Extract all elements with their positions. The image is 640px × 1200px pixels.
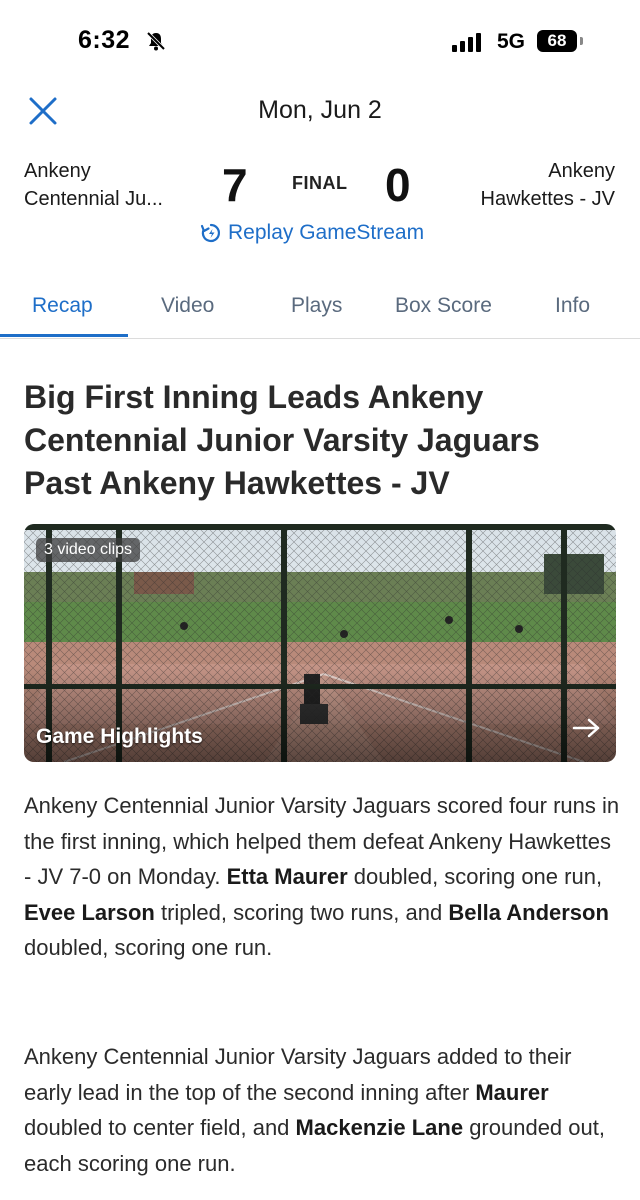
battery-icon: 68: [537, 30, 577, 52]
cellular-signal-icon: [452, 33, 481, 52]
status-time: 6:32: [78, 26, 131, 54]
away-team-line1: Ankeny: [548, 160, 615, 182]
replay-label: Replay GameStream: [228, 221, 425, 244]
clip-count-badge: 3 video clips: [36, 538, 141, 562]
player-name: Bella Anderson: [448, 899, 609, 925]
video-highlights-card[interactable]: 3 video clips Game Highlights: [24, 524, 616, 762]
tab-bar: Recap Video Plays Box Score Info: [0, 276, 640, 339]
arrow-right-icon: [572, 717, 602, 744]
paragraph-text: doubled to center field, and: [24, 1115, 290, 1141]
bell-muted-icon: [145, 30, 167, 57]
status-bar: 6:32 5G 68: [0, 0, 640, 90]
tab-video[interactable]: Video: [161, 294, 214, 318]
away-score: 0: [385, 159, 411, 211]
tab-recap[interactable]: Recap: [32, 294, 93, 318]
tab-info[interactable]: Info: [555, 294, 590, 318]
player-name: Maurer: [475, 1079, 549, 1105]
network-type: 5G: [497, 30, 526, 53]
paragraph-text: doubled, scoring one run,: [353, 864, 603, 890]
paragraph-text: doubled, scoring one run.: [24, 935, 273, 961]
home-team-name[interactable]: Ankeny Centennial Ju...: [24, 157, 204, 213]
article-headline: Big First Inning Leads Ankeny Centennial…: [24, 379, 540, 501]
home-team-line1: Ankeny: [24, 160, 91, 182]
game-status: FINAL: [292, 173, 348, 193]
article-paragraph-1: Ankeny Centennial Junior Varsity Jaguars…: [24, 788, 624, 966]
battery-tip: [580, 37, 583, 45]
active-tab-indicator: [0, 334, 128, 337]
replay-icon: [200, 223, 220, 243]
player-name: Evee Larson: [24, 899, 155, 925]
home-score: 7: [222, 159, 248, 211]
away-team-line2: Hawkettes - JV: [480, 188, 615, 210]
player-name: Mackenzie Lane: [295, 1115, 464, 1141]
away-team-name[interactable]: Ankeny Hawkettes - JV: [415, 157, 615, 213]
video-title: Game Highlights: [36, 725, 203, 748]
game-date: Mon, Jun 2: [258, 96, 382, 124]
home-team-line2: Centennial Ju...: [24, 188, 163, 210]
replay-gamestream-button[interactable]: Replay GameStream: [200, 221, 424, 245]
paragraph-text: tripled, scoring two runs, and: [160, 899, 443, 925]
player-name: Etta Maurer: [226, 864, 348, 890]
tab-plays[interactable]: Plays: [291, 294, 342, 318]
tab-box-score[interactable]: Box Score: [395, 294, 492, 318]
article-paragraph-2: Ankeny Centennial Junior Varsity Jaguars…: [24, 1039, 624, 1181]
